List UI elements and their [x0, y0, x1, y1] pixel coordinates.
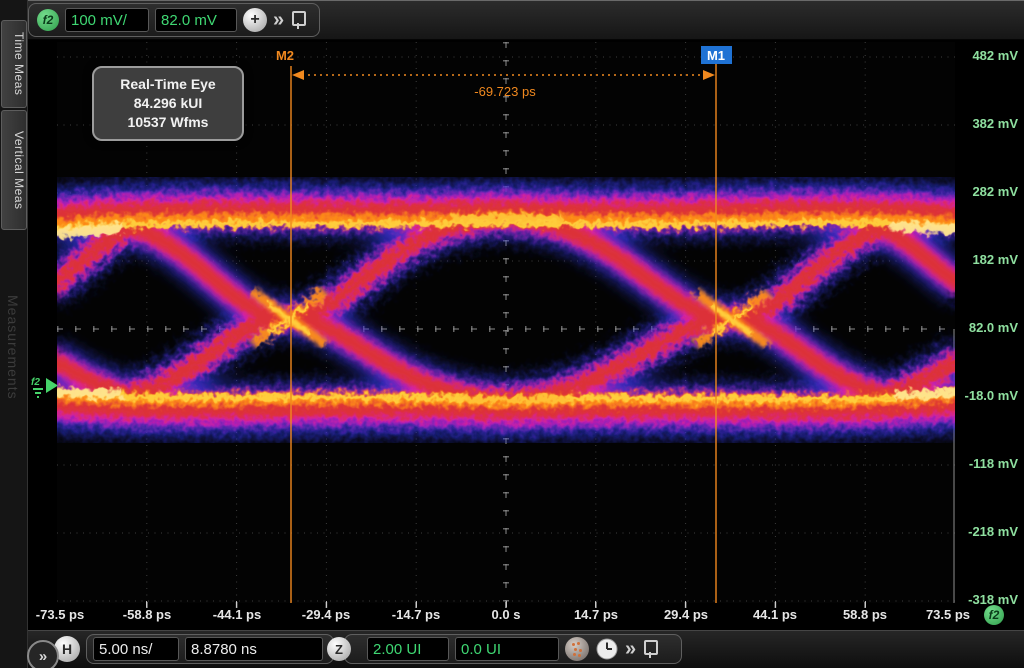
x-axis-label: -58.8 ps — [123, 607, 171, 622]
tab-time-meas[interactable]: Time Meas — [1, 20, 27, 108]
x-axis-label: 14.7 ps — [574, 607, 618, 622]
oscilloscope-screen: f2 100 mV/ 82.0 mV + » Time Meas Vertica… — [0, 0, 1024, 668]
y-axis-label: 82.0 mV — [969, 320, 1018, 338]
info-ui-count: 84.296 kUI — [98, 94, 238, 113]
more-chevron-icon[interactable]: » — [625, 639, 636, 659]
y-axis-label: 382 mV — [972, 116, 1018, 134]
channel-f2-badge[interactable]: f2 — [37, 9, 59, 31]
x-axis-label: -14.7 ps — [392, 607, 440, 622]
x-tick — [685, 601, 686, 607]
vertical-offset-field[interactable]: 82.0 mV — [155, 8, 237, 32]
x-axis-label-row: -73.5 ps -58.8 ps -44.1 ps -29.4 ps -14.… — [0, 607, 1024, 627]
pin-icon[interactable] — [642, 639, 658, 659]
x-axis-label: 58.8 ps — [843, 607, 887, 622]
acquisition-info-box: Real-Time Eye 84.296 kUI 10537 Wfms — [92, 66, 244, 141]
x-axis-label: -73.5 ps — [36, 607, 84, 622]
x-tick — [865, 601, 866, 607]
x-axis-label: -29.4 ps — [302, 607, 350, 622]
marker-m2-label[interactable]: M2 — [276, 48, 294, 63]
trigger-marker[interactable]: f2 — [30, 372, 60, 400]
add-button[interactable]: + — [243, 8, 267, 32]
x-tick — [416, 601, 417, 607]
timebase-scale-field[interactable]: 5.00 ns/ — [93, 637, 179, 661]
y-axis-label: 482 mV — [972, 48, 1018, 66]
pin-icon[interactable] — [290, 10, 306, 30]
ui-scale-field[interactable]: 2.00 UI — [367, 637, 449, 661]
x-tick — [595, 601, 596, 607]
x-axis-label: 44.1 ps — [753, 607, 797, 622]
sphere-icon[interactable] — [565, 637, 589, 661]
x-tick — [775, 601, 776, 607]
tab-vertical-meas[interactable]: Vertical Meas — [1, 110, 27, 230]
marker-delta-label: -69.723 ps — [474, 84, 536, 99]
unit-interval-control-group: 2.00 UI 0.0 UI » — [344, 634, 682, 664]
left-sidebar: Time Meas Vertical Meas Measurements — [0, 0, 28, 668]
trigger-arrow-icon — [46, 378, 58, 393]
y-axis-label: -218 mV — [968, 524, 1018, 542]
y-axis-label: 282 mV — [972, 184, 1018, 202]
vertical-scale-field[interactable]: 100 mV/ — [65, 8, 149, 32]
measurements-watermark: Measurements — [5, 295, 21, 400]
x-axis-label: 29.4 ps — [664, 607, 708, 622]
clock-icon[interactable] — [595, 637, 619, 661]
x-axis-label: 73.5 ps — [926, 607, 970, 622]
x-tick — [146, 601, 147, 607]
x-tick — [506, 601, 507, 607]
expand-panel-button[interactable]: » — [27, 640, 59, 668]
trigger-badge-label: f2 — [31, 377, 40, 388]
x-tick — [236, 601, 237, 607]
x-tick — [326, 601, 327, 607]
more-chevron-icon[interactable]: » — [273, 10, 284, 30]
info-wfms-count: 10537 Wfms — [98, 113, 238, 132]
channel-f2-control-group: f2 100 mV/ 82.0 mV + » — [28, 3, 320, 37]
marker-m1-label[interactable]: M1 — [707, 48, 725, 63]
ui-offset-field[interactable]: 0.0 UI — [455, 637, 559, 661]
y-axis-label: -18.0 mV — [965, 388, 1018, 406]
info-title: Real-Time Eye — [98, 75, 238, 94]
x-axis-label: 0.0 s — [492, 607, 521, 622]
corner-channel-f2-badge[interactable]: f2 — [984, 605, 1004, 625]
x-axis-label: -44.1 ps — [213, 607, 261, 622]
horizontal-control-group: 5.00 ns/ 8.8780 ns — [86, 634, 334, 664]
zoom-badge[interactable]: Z — [327, 637, 351, 661]
y-axis-label: 182 mV — [972, 252, 1018, 270]
y-axis-label: -118 mV — [969, 456, 1018, 474]
y-axis-label-column: 482 mV 382 mV 282 mV 182 mV 82.0 mV -18.… — [955, 40, 1024, 625]
horizontal-position-field[interactable]: 8.8780 ns — [185, 637, 323, 661]
